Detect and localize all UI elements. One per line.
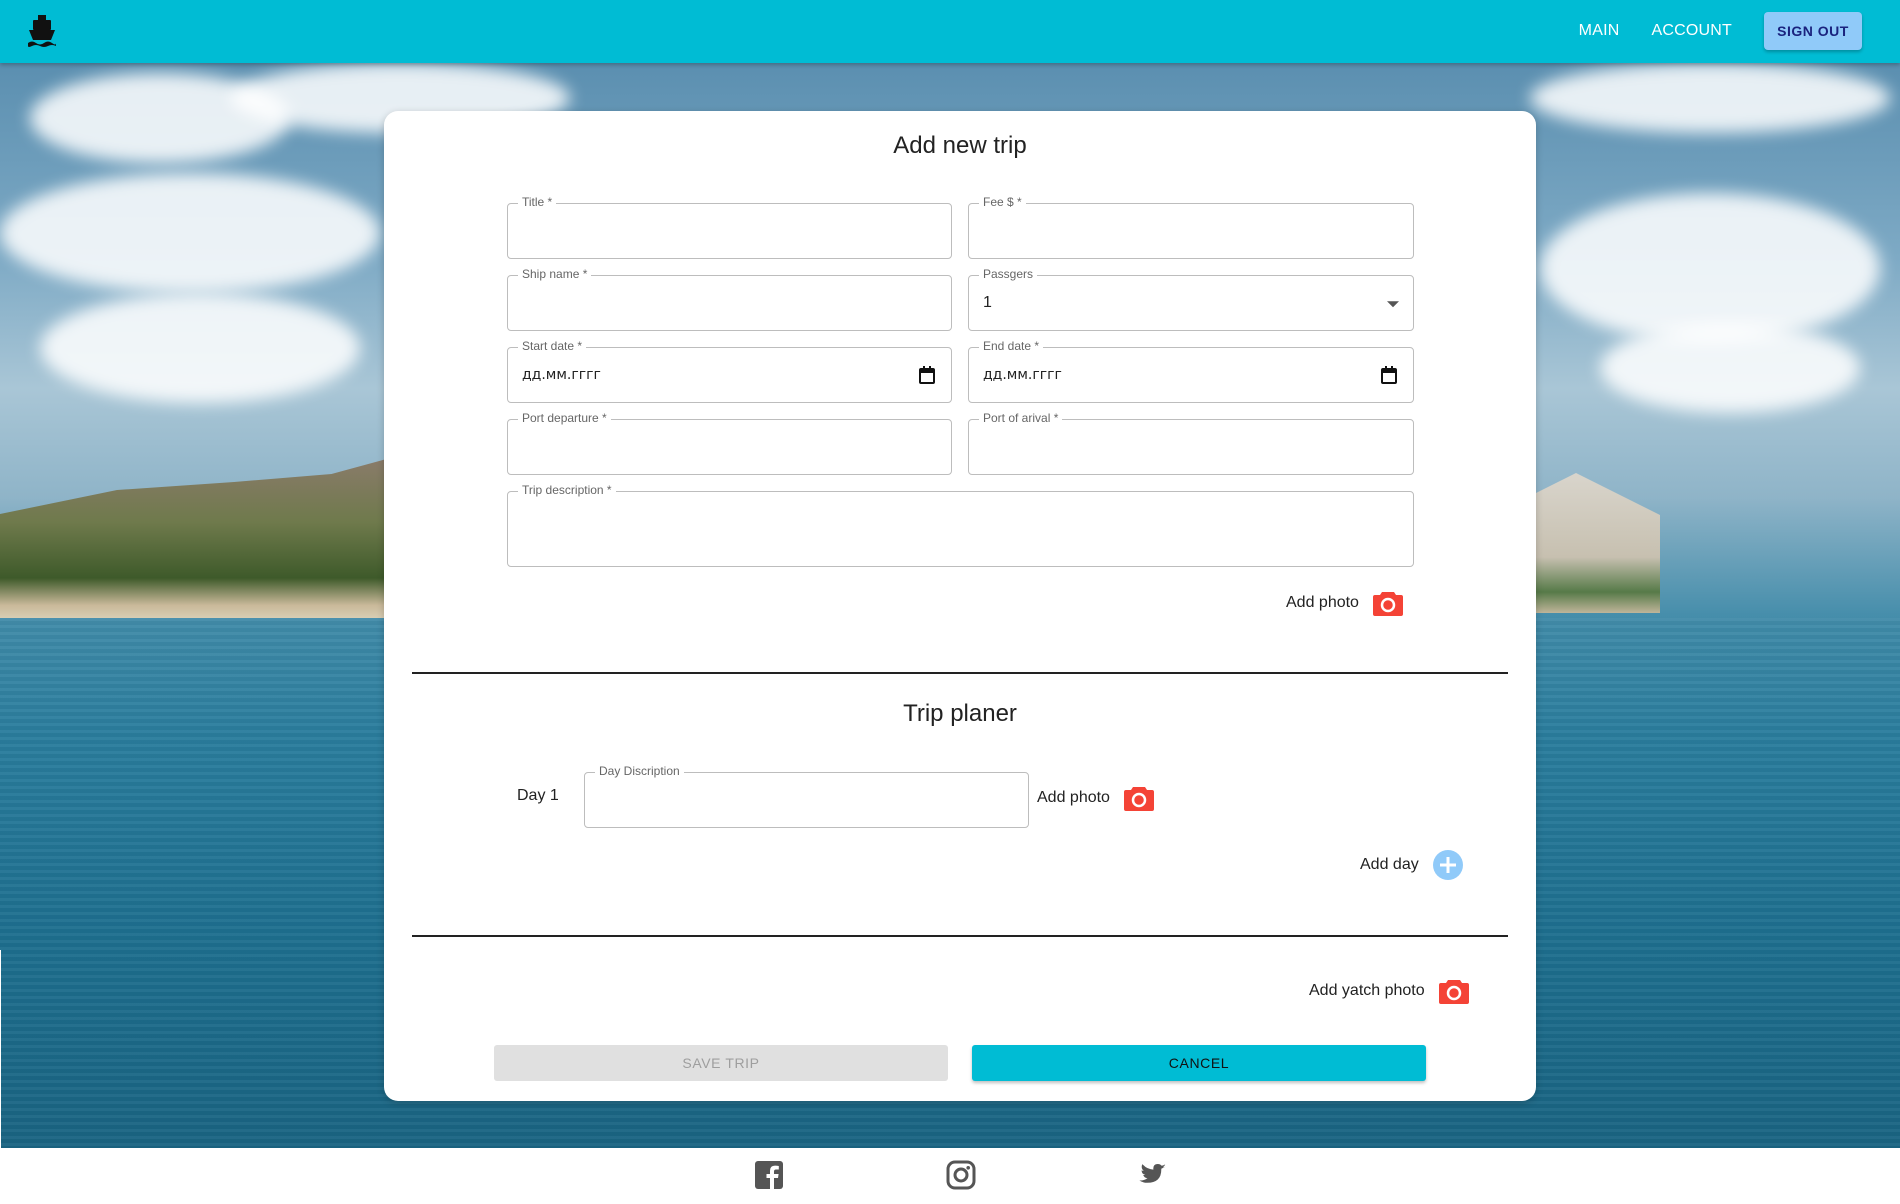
passengers-label: Passgers bbox=[979, 267, 1038, 281]
camera-icon[interactable] bbox=[1438, 977, 1469, 1005]
footer bbox=[0, 1148, 1900, 1204]
add-photo-label: Add photo bbox=[1286, 594, 1359, 611]
form-title: Add new trip bbox=[893, 132, 1027, 159]
day-label: Day 1 bbox=[517, 787, 559, 804]
add-day-photo[interactable]: Add photo bbox=[1037, 784, 1154, 812]
instagram-icon[interactable] bbox=[946, 1160, 976, 1190]
passengers-value: 1 bbox=[983, 294, 992, 311]
add-photo-label: Add photo bbox=[1037, 789, 1110, 806]
start-date-placeholder: дд.мм.гггг bbox=[522, 367, 601, 383]
section-divider bbox=[412, 935, 1508, 937]
save-trip-button[interactable]: SAVE TRIP bbox=[494, 1045, 948, 1081]
day-description-field[interactable]: Day Discription bbox=[584, 764, 1029, 828]
start-date-label: Start date * bbox=[518, 339, 587, 353]
calendar-icon[interactable] bbox=[1381, 366, 1397, 384]
ship-icon[interactable] bbox=[26, 14, 58, 48]
fee-label: Fee $ * bbox=[979, 195, 1026, 209]
add-yacht-photo[interactable]: Add yatch photo bbox=[1309, 977, 1469, 1005]
camera-icon[interactable] bbox=[1123, 784, 1154, 812]
end-date-label: End date * bbox=[979, 339, 1044, 353]
ship-name-label: Ship name * bbox=[518, 267, 592, 281]
trip-description-label: Trip description * bbox=[518, 483, 616, 497]
nav-main-link[interactable]: MAIN bbox=[1579, 22, 1620, 40]
add-day-label: Add day bbox=[1360, 856, 1419, 873]
camera-icon[interactable] bbox=[1372, 589, 1403, 617]
add-trip-photo[interactable]: Add photo bbox=[1286, 589, 1403, 617]
day-description-label: Day Discription bbox=[595, 764, 684, 778]
top-app-bar: MAIN ACCOUNT SIGN OUT bbox=[0, 0, 1900, 63]
ship-name-field[interactable]: Ship name * bbox=[507, 267, 952, 331]
port-departure-label: Port departure * bbox=[518, 411, 611, 425]
end-date-placeholder: дд.мм.гггг bbox=[983, 367, 1062, 383]
title-field[interactable]: Title * bbox=[507, 195, 952, 259]
port-arrival-field[interactable]: Port of arival * bbox=[968, 411, 1414, 475]
passengers-select[interactable]: Passgers 1 bbox=[968, 267, 1414, 331]
twitter-icon[interactable] bbox=[1137, 1160, 1167, 1190]
sign-out-button[interactable]: SIGN OUT bbox=[1764, 12, 1862, 50]
port-departure-field[interactable]: Port departure * bbox=[507, 411, 952, 475]
add-yacht-photo-label: Add yatch photo bbox=[1309, 982, 1425, 999]
add-trip-card: Add new trip Title * Fee $ * Ship name *… bbox=[384, 111, 1536, 1101]
nav-account-link[interactable]: ACCOUNT bbox=[1651, 22, 1732, 40]
add-day-button[interactable]: Add day bbox=[1360, 850, 1463, 880]
fee-field[interactable]: Fee $ * bbox=[968, 195, 1414, 259]
trip-description-field[interactable]: Trip description * bbox=[507, 483, 1414, 567]
cancel-button[interactable]: CANCEL bbox=[972, 1045, 1426, 1081]
section-divider bbox=[412, 672, 1508, 674]
planner-title: Trip planer bbox=[903, 700, 1017, 727]
end-date-field[interactable]: End date * дд.мм.гггг bbox=[968, 339, 1414, 403]
title-label: Title * bbox=[518, 195, 557, 209]
facebook-icon[interactable] bbox=[754, 1160, 784, 1190]
port-arrival-label: Port of arival * bbox=[979, 411, 1063, 425]
start-date-field[interactable]: Start date * дд.мм.гггг bbox=[507, 339, 952, 403]
calendar-icon[interactable] bbox=[919, 366, 935, 384]
plus-circle-icon[interactable] bbox=[1432, 850, 1463, 880]
chevron-down-icon[interactable] bbox=[1387, 301, 1399, 308]
